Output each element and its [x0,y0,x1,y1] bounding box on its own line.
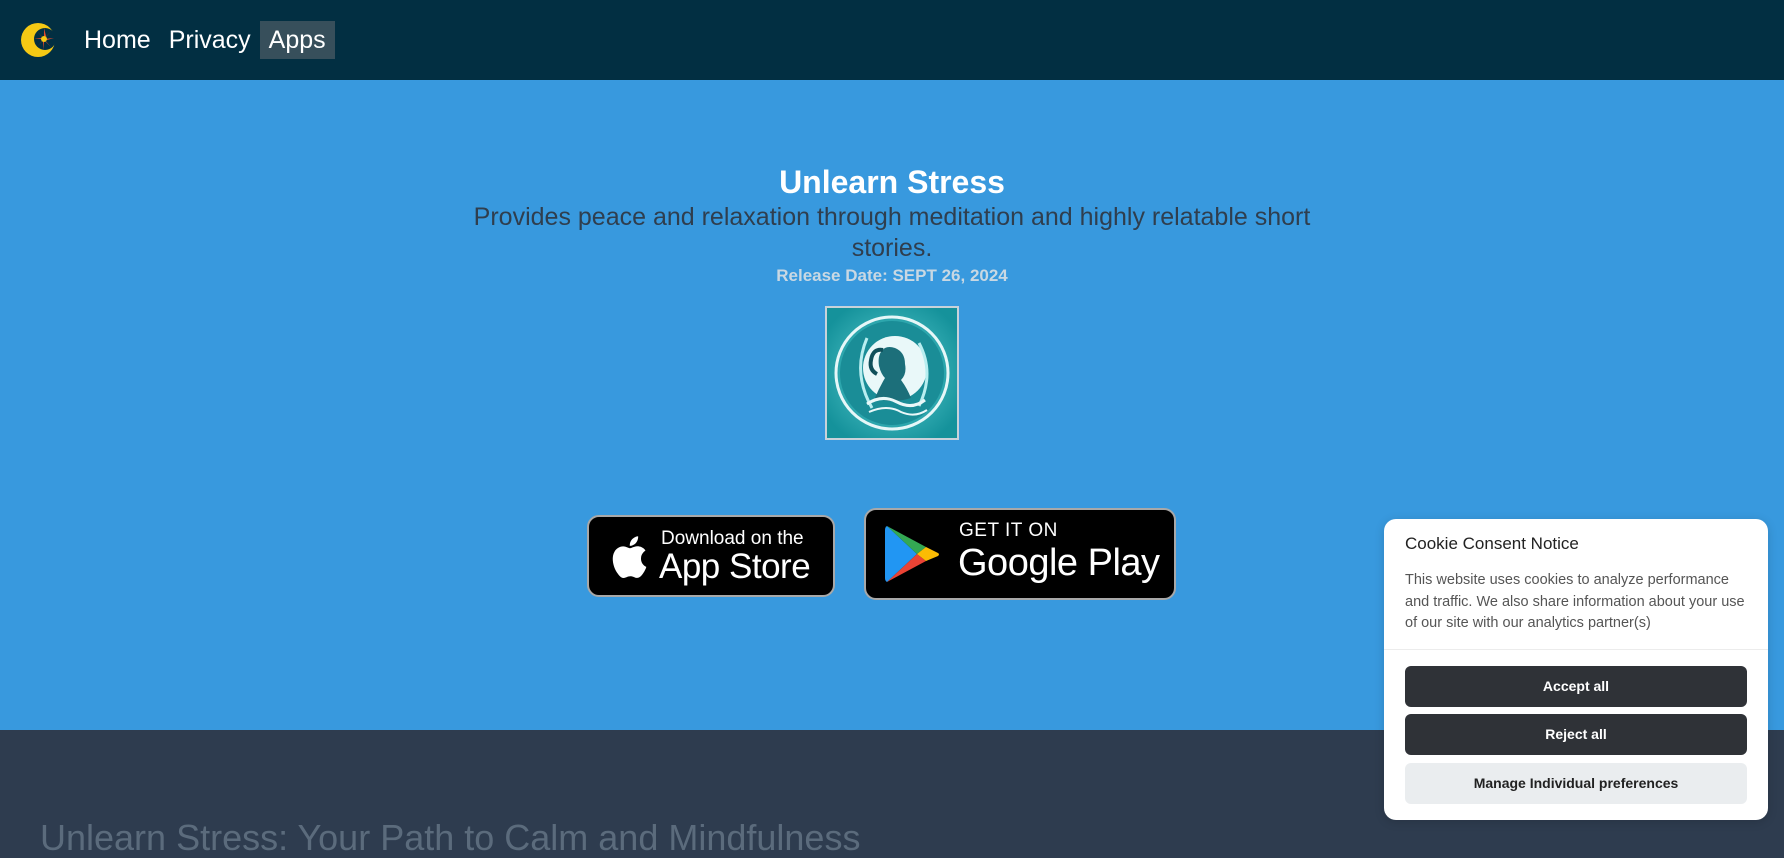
release-date: Release Date: SEPT 26, 2024 [776,266,1008,285]
google-play-big-text: Google Play [958,542,1160,584]
manage-preferences-button[interactable]: Manage Individual preferences [1405,763,1747,804]
nav-link-home[interactable]: Home [74,21,160,59]
app-description: Provides peace and relaxation through me… [473,203,1311,262]
top-navbar: Home Privacy Apps [0,0,1784,80]
google-play-small-text: GET IT ON [959,520,1058,541]
section-title: Unlearn Stress: Your Path to Calm and Mi… [40,817,861,858]
app-store-button[interactable]: Download on the App Store [587,515,835,597]
app-title: Unlearn Stress [779,164,1005,200]
meditating-woman-app-icon [825,306,959,440]
apple-icon [612,536,647,579]
app-store-small-text: Download on the [661,528,804,549]
google-play-icon [885,526,939,582]
nav-link-privacy[interactable]: Privacy [160,21,260,59]
cookie-title: Cookie Consent Notice [1405,534,1579,553]
nav-link-apps[interactable]: Apps [259,21,335,59]
reject-all-button[interactable]: Reject all [1405,714,1747,755]
nav-links: Home Privacy Apps [74,21,335,59]
cookie-consent-dialog: Cookie Consent Notice This website uses … [1384,519,1768,820]
cookie-divider [1384,649,1768,650]
sun-burst-logo-icon[interactable] [20,20,60,60]
accept-all-button[interactable]: Accept all [1405,666,1747,707]
google-play-button[interactable]: GET IT ON Google Play [864,508,1176,600]
app-store-big-text: App Store [659,547,811,586]
cookie-text: This website uses cookies to analyze per… [1405,572,1745,631]
